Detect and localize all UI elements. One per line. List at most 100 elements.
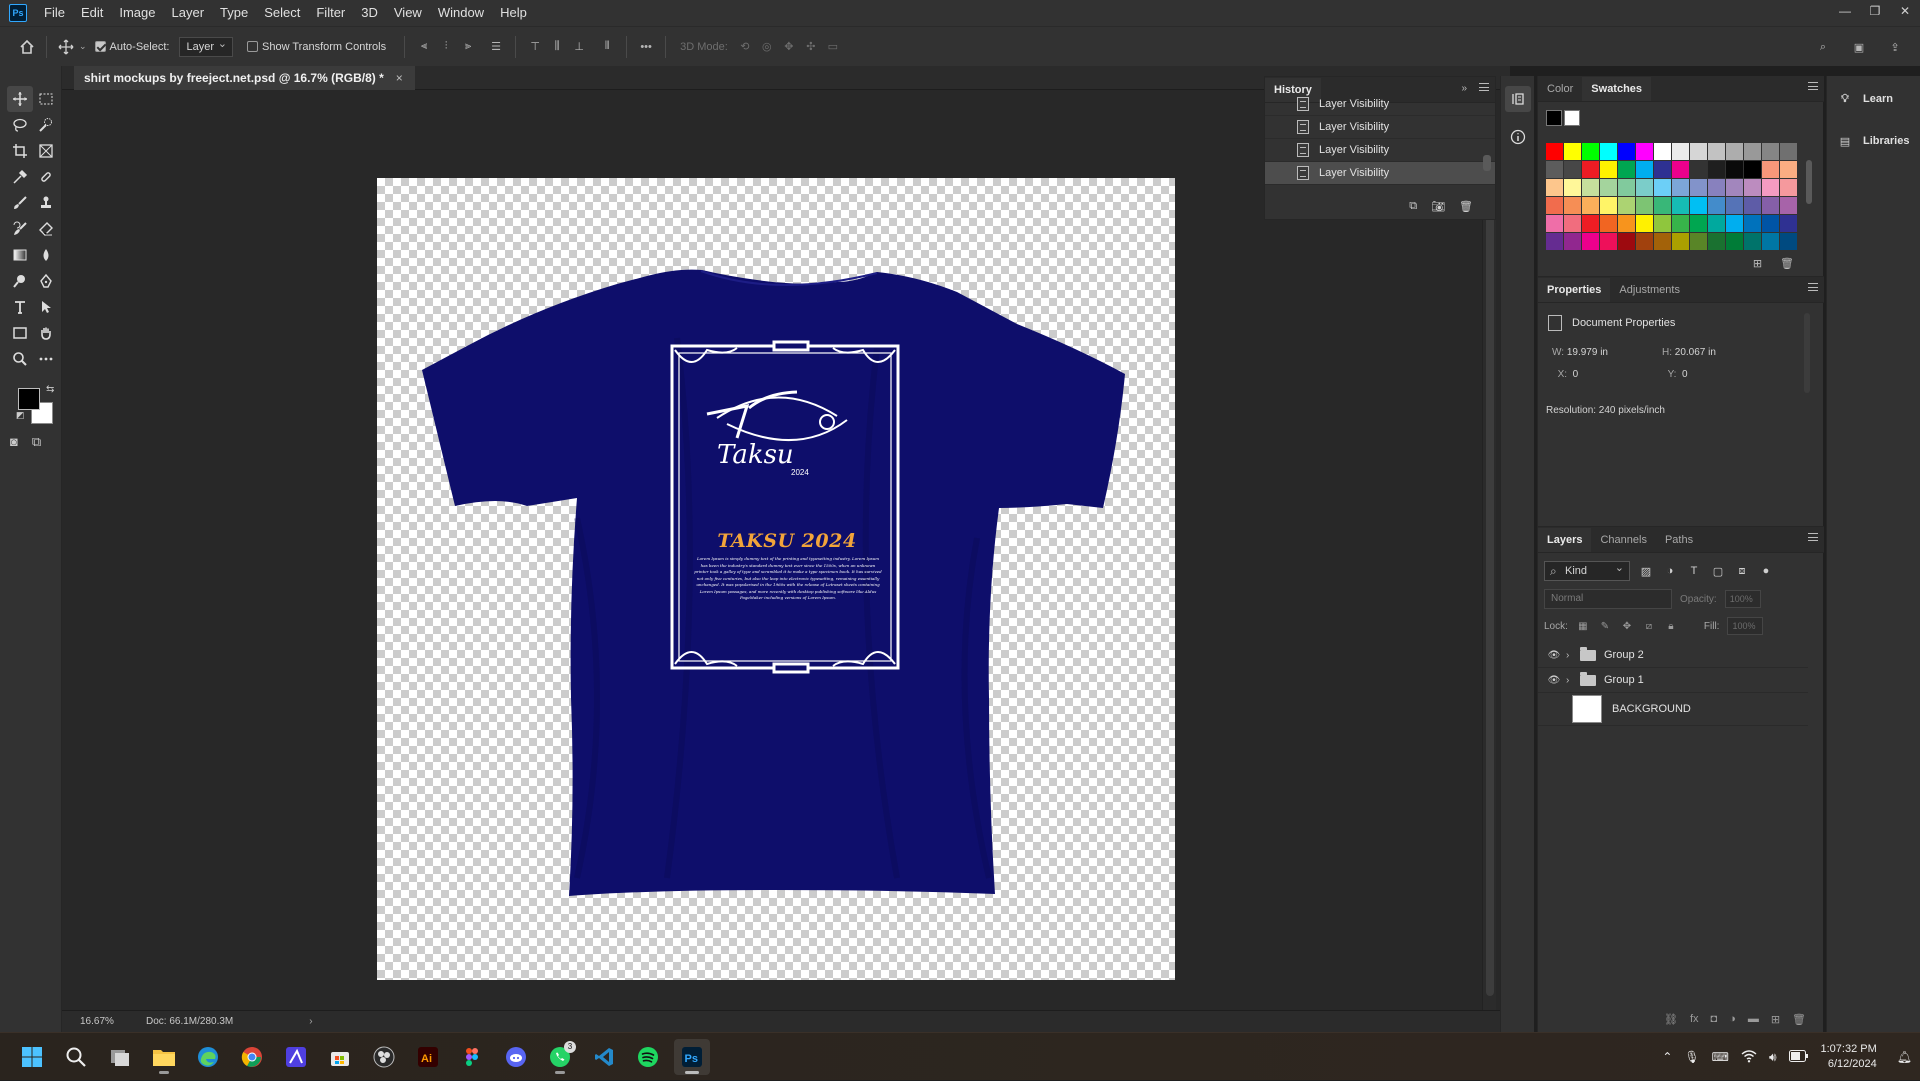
new-group-icon[interactable]: ▬ <box>1748 1013 1759 1026</box>
layer-row-group-1[interactable]: 👁︎ › Group 1 <box>1538 668 1808 693</box>
tab-paths[interactable]: Paths <box>1656 528 1702 552</box>
swatch[interactable] <box>1672 197 1689 214</box>
filter-pixel-icon[interactable]: ▨ <box>1638 563 1654 579</box>
swatch[interactable] <box>1708 179 1725 196</box>
share-icon[interactable]: ⇪ <box>1884 36 1906 58</box>
file-explorer-icon[interactable] <box>146 1039 182 1075</box>
tab-color[interactable]: Color <box>1538 77 1582 101</box>
new-document-from-state-icon[interactable]: ⧉ <box>1409 200 1417 213</box>
menu-item-help[interactable]: Help <box>492 0 535 26</box>
panel-menu-icon[interactable] <box>1808 283 1818 291</box>
swatch[interactable] <box>1690 161 1707 178</box>
3d-orbit-icon[interactable]: ⟲ <box>734 36 756 58</box>
keyboard-icon[interactable]: ⌨︎ <box>1712 1050 1729 1064</box>
history-source-checkbox[interactable] <box>1275 120 1289 134</box>
eraser-icon[interactable] <box>33 216 59 242</box>
lock-all-icon[interactable]: 🔒︎ <box>1664 619 1678 633</box>
swatch[interactable] <box>1708 233 1725 250</box>
swatch[interactable] <box>1726 143 1743 160</box>
swatch[interactable] <box>1618 161 1635 178</box>
blur-icon[interactable] <box>33 242 59 268</box>
align-horizontal-centers-icon[interactable]: ⫶ <box>435 36 457 58</box>
lasso-icon[interactable] <box>7 112 33 138</box>
layer-name[interactable]: BACKGROUND <box>1612 703 1691 715</box>
swatch[interactable] <box>1546 215 1563 232</box>
swatch[interactable] <box>1618 215 1635 232</box>
panel-menu-icon[interactable] <box>1808 533 1818 541</box>
history-scrollbar[interactable] <box>1483 105 1491 195</box>
distribute-horizontal-icon[interactable]: ⦀ <box>596 36 618 58</box>
dodge-icon[interactable] <box>7 268 33 294</box>
close-icon[interactable]: ✕ <box>1890 0 1920 22</box>
libraries-button[interactable]: ▤ Libraries <box>1837 128 1920 154</box>
width-value[interactable]: 19.979 in <box>1567 347 1608 358</box>
search-icon[interactable]: ⌕ <box>1812 36 1834 58</box>
swatch[interactable] <box>1708 197 1725 214</box>
swatch[interactable] <box>1636 197 1653 214</box>
move-tool-icon[interactable] <box>55 36 77 58</box>
new-adjustment-layer-icon[interactable]: ◑ <box>1729 1013 1736 1026</box>
swatch[interactable] <box>1582 215 1599 232</box>
delete-swatch-icon[interactable]: 🗑︎ <box>1780 257 1794 270</box>
swatch[interactable] <box>1780 233 1797 250</box>
discord-icon[interactable] <box>498 1039 534 1075</box>
volume-icon[interactable]: 🔊︎ <box>1769 1050 1777 1065</box>
edge-icon[interactable] <box>190 1039 226 1075</box>
swatch[interactable] <box>1744 161 1761 178</box>
swatch[interactable] <box>1564 197 1581 214</box>
history-state[interactable]: Layer Visibility <box>1265 139 1495 162</box>
tab-swatches[interactable]: Swatches <box>1582 77 1652 101</box>
swatch[interactable] <box>1564 179 1581 196</box>
history-brush-icon[interactable] <box>7 216 33 242</box>
clone-stamp-icon[interactable] <box>33 190 59 216</box>
quick-mask-icon[interactable]: ◙ <box>10 434 18 450</box>
blend-mode-dropdown[interactable]: Normal <box>1544 589 1672 609</box>
more-options-icon[interactable]: ••• <box>635 36 657 58</box>
illustrator-icon[interactable]: Ai <box>410 1039 446 1075</box>
swatch[interactable] <box>1546 143 1563 160</box>
task-view-icon[interactable] <box>102 1039 138 1075</box>
snapshot-camera-icon[interactable]: 📷︎ <box>1431 200 1445 213</box>
swatch[interactable] <box>1654 143 1671 160</box>
swatch[interactable] <box>1690 197 1707 214</box>
x-value[interactable]: 0 <box>1573 369 1579 380</box>
menu-item-view[interactable]: View <box>386 0 430 26</box>
swatch[interactable] <box>1744 143 1761 160</box>
swatch[interactable] <box>1564 143 1581 160</box>
menu-item-type[interactable]: Type <box>212 0 256 26</box>
swatch[interactable] <box>1546 197 1563 214</box>
layer-row-background[interactable]: BACKGROUND <box>1538 693 1808 726</box>
swatch[interactable] <box>1654 233 1671 250</box>
menu-item-edit[interactable]: Edit <box>73 0 111 26</box>
new-swatch-icon[interactable]: ⊞ <box>1753 257 1762 270</box>
swatch[interactable] <box>1582 197 1599 214</box>
swatch[interactable] <box>1744 215 1761 232</box>
swatch[interactable] <box>1654 161 1671 178</box>
swatch[interactable] <box>1636 161 1653 178</box>
history-source-checkbox[interactable] <box>1275 166 1289 180</box>
whatsapp-icon[interactable]: 3 <box>542 1039 578 1075</box>
healing-brush-icon[interactable] <box>33 164 59 190</box>
swatch[interactable] <box>1600 179 1617 196</box>
swatch[interactable] <box>1546 233 1563 250</box>
swatch[interactable] <box>1600 161 1617 178</box>
show-transform-controls-checkbox[interactable] <box>247 41 258 52</box>
vscode-icon[interactable] <box>586 1039 622 1075</box>
swatch[interactable] <box>1762 161 1779 178</box>
swatch[interactable] <box>1582 179 1599 196</box>
tab-properties[interactable]: Properties <box>1538 278 1611 302</box>
height-value[interactable]: 20.067 in <box>1675 347 1716 358</box>
menu-item-window[interactable]: Window <box>430 0 492 26</box>
tab-layers[interactable]: Layers <box>1538 528 1592 552</box>
swatch-black[interactable] <box>1546 110 1562 126</box>
layer-style-fx-icon[interactable]: fx <box>1690 1013 1699 1026</box>
tool-preset-chevron-icon[interactable]: ⌄ <box>79 41 87 52</box>
history-source-checkbox[interactable] <box>1275 143 1289 157</box>
obs-icon[interactable] <box>366 1039 402 1075</box>
windows-start-icon[interactable] <box>14 1039 50 1075</box>
swatch[interactable] <box>1618 197 1635 214</box>
photoshop-icon[interactable]: Ps <box>674 1039 710 1075</box>
chrome-icon[interactable] <box>234 1039 270 1075</box>
swatch[interactable] <box>1726 215 1743 232</box>
swatch[interactable] <box>1690 143 1707 160</box>
